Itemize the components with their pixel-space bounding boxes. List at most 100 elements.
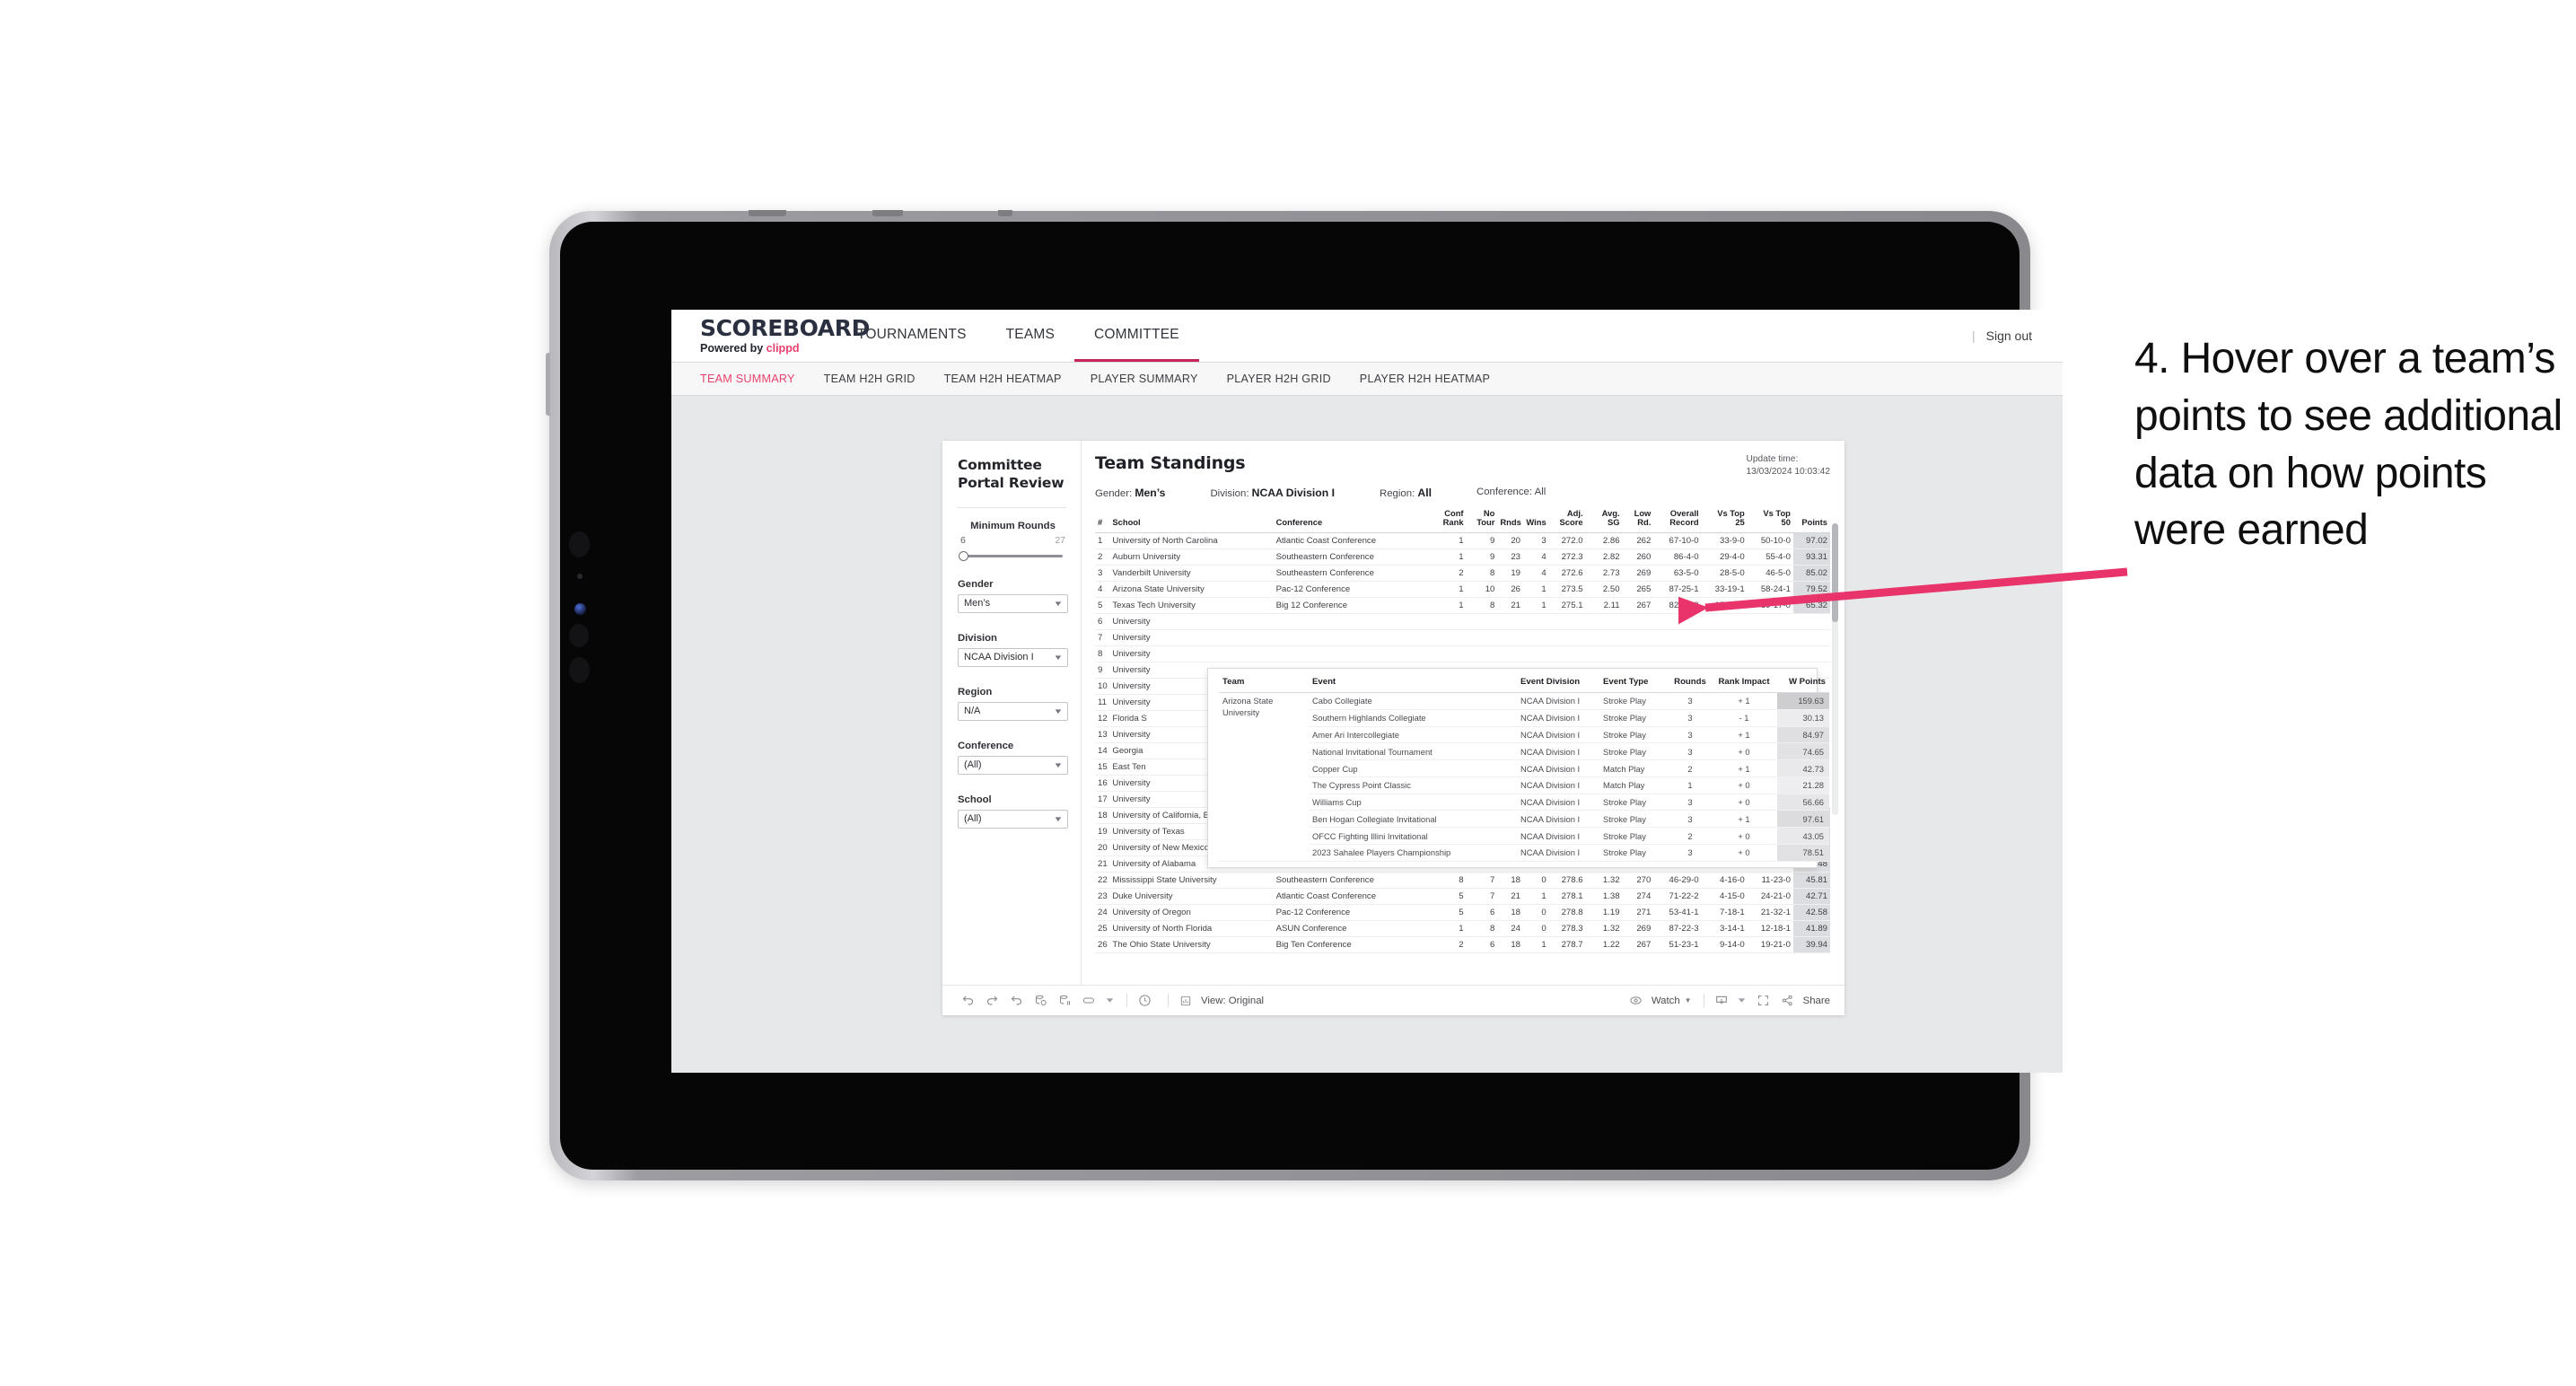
cell-vs_top_50: 19-21-0 bbox=[1747, 936, 1793, 953]
chevron-down-icon[interactable] bbox=[1737, 992, 1748, 1010]
tab-player-h2h-heatmap[interactable]: PLAYER H2H HEATMAP bbox=[1360, 373, 1490, 385]
col-no-tour[interactable]: No Tour bbox=[1466, 506, 1498, 533]
tooltip-row: The Cypress Point Classic NCAA Division I… bbox=[1219, 776, 1829, 794]
slider-handle[interactable] bbox=[959, 550, 968, 561]
nav-item-tournaments[interactable]: TOURNAMENTS bbox=[837, 310, 986, 362]
col-low-rd[interactable]: Low Rd. bbox=[1622, 506, 1654, 533]
filter-group-conference: Conference (All) ▼ bbox=[958, 741, 1068, 775]
nav-item-teams[interactable]: TEAMS bbox=[986, 310, 1074, 362]
cell-conf_rank: 1 bbox=[1434, 532, 1467, 549]
view-original-button[interactable]: View: Original bbox=[1177, 992, 1264, 1010]
cell-points[interactable]: 42.71 bbox=[1792, 888, 1830, 905]
col-points[interactable]: Points bbox=[1792, 506, 1830, 533]
signout-link[interactable]: Sign out bbox=[1986, 329, 2032, 343]
tooltip-cell-division: NCAA Division I bbox=[1517, 726, 1599, 744]
col-vs-top-25[interactable]: Vs Top 25 bbox=[1701, 506, 1748, 533]
cell-rank: 5 bbox=[1095, 597, 1110, 614]
cell-rank: 11 bbox=[1095, 694, 1110, 711]
tooltip-cell-rank-impact: - 1 bbox=[1711, 709, 1777, 727]
cell-rnds: 18 bbox=[1497, 872, 1524, 889]
cell-overall_record: 53-41-1 bbox=[1653, 904, 1702, 921]
toolbar-right-group: Watch ▼ Share bbox=[1627, 992, 1830, 1010]
refresh-data-icon[interactable] bbox=[1031, 992, 1049, 1010]
sidebar-title: Committee Portal Review bbox=[958, 457, 1065, 491]
filter-label-school: School bbox=[958, 794, 992, 805]
nav-item-committee[interactable]: COMMITTEE bbox=[1074, 310, 1199, 362]
highlight-icon[interactable] bbox=[1080, 992, 1098, 1010]
table-row[interactable]: 22 Mississippi State University Southeaste… bbox=[1095, 872, 1830, 889]
table-row[interactable]: 26 The Ohio State University Big Ten Confe… bbox=[1095, 936, 1830, 953]
tooltip-cell-event: Ben Hogan Collegiate Invitational bbox=[1309, 810, 1517, 829]
share-button[interactable]: Share bbox=[1779, 992, 1830, 1010]
download-icon[interactable] bbox=[1713, 992, 1730, 1010]
redo-icon[interactable] bbox=[983, 992, 1001, 1010]
dashboard-body: Committee Portal Review Minimum Rounds 6… bbox=[942, 441, 1844, 985]
cell-vs_top_50: 24-21-0 bbox=[1747, 888, 1793, 905]
gender-select[interactable]: Men’s ▼ bbox=[958, 593, 1068, 613]
division-select[interactable]: NCAA Division I ▼ bbox=[958, 647, 1068, 667]
cell-points[interactable]: 42.58 bbox=[1792, 904, 1830, 921]
cell-conference: Atlantic Coast Conference bbox=[1273, 888, 1435, 905]
tooltip-cell-division: NCAA Division I bbox=[1517, 776, 1599, 794]
table-row[interactable]: 23 Duke University Atlantic Coast Conferen… bbox=[1095, 888, 1830, 905]
cell-no_tour: 9 bbox=[1466, 532, 1498, 549]
fullscreen-icon[interactable] bbox=[1755, 992, 1773, 1010]
cell-rank: 1 bbox=[1095, 532, 1110, 549]
cell-points[interactable]: 41.89 bbox=[1792, 920, 1830, 937]
cell-rank: 2 bbox=[1095, 548, 1110, 566]
school-select[interactable]: (All) ▼ bbox=[958, 809, 1068, 829]
tooltip-cell-rank-impact: + 1 bbox=[1711, 726, 1777, 744]
table-row[interactable]: 24 University of Oregon Pac-12 Conference 5… bbox=[1095, 904, 1830, 921]
pause-updates-icon[interactable] bbox=[1056, 992, 1073, 1010]
col-avg-sg[interactable]: Avg. SG bbox=[1585, 506, 1623, 533]
chevron-down-icon[interactable] bbox=[1104, 992, 1115, 1010]
minimum-rounds-slider[interactable] bbox=[959, 550, 1063, 561]
cell-school: Arizona State University bbox=[1109, 581, 1274, 598]
col-school[interactable]: School bbox=[1109, 506, 1274, 533]
col-conf-rank[interactable]: Conf Rank bbox=[1434, 506, 1467, 533]
cell-rank: 23 bbox=[1095, 888, 1110, 905]
tab-team-h2h-grid[interactable]: TEAM H2H GRID bbox=[824, 373, 916, 385]
filter-sidebar: Committee Portal Review Minimum Rounds 6… bbox=[942, 441, 1082, 985]
tab-team-h2h-heatmap[interactable]: TEAM H2H HEATMAP bbox=[944, 373, 1062, 385]
col-overall-record[interactable]: Overall Record bbox=[1653, 506, 1702, 533]
cell-no_tour: 7 bbox=[1466, 872, 1498, 889]
conference-select[interactable]: (All) ▼ bbox=[958, 755, 1068, 775]
col-adj-score[interactable]: Adj. Score bbox=[1548, 506, 1586, 533]
col-rank[interactable]: # bbox=[1095, 506, 1110, 533]
filter-summary-division: Division: NCAA Division I bbox=[1210, 487, 1335, 499]
tab-player-summary[interactable]: PLAYER SUMMARY bbox=[1091, 373, 1198, 385]
cell-points[interactable]: 39.94 bbox=[1792, 936, 1830, 953]
app-viewport: SCOREBOARD Powered by clippd TOURNAMENTS… bbox=[671, 310, 2063, 1073]
cell-rank: 15 bbox=[1095, 759, 1110, 776]
brand-logo[interactable]: SCOREBOARD Powered by clippd bbox=[671, 317, 870, 355]
tooltip-col-rank-impact: Rank Impact bbox=[1711, 676, 1777, 693]
tab-player-h2h-grid[interactable]: PLAYER H2H GRID bbox=[1227, 373, 1331, 385]
main-nav-items: TOURNAMENTS TEAMS COMMITTEE bbox=[837, 310, 1199, 362]
cell-points[interactable]: 97.02 bbox=[1792, 532, 1830, 549]
tooltip-cell-rank-impact: + 0 bbox=[1711, 794, 1777, 811]
table-row[interactable]: 25 University of North Florida ASUN Confer… bbox=[1095, 920, 1830, 937]
revert-icon[interactable] bbox=[1007, 992, 1025, 1010]
cell-wins bbox=[1523, 629, 1549, 646]
tooltip-table-body: Arizona State University Cabo Collegiate N… bbox=[1219, 692, 1829, 862]
col-rnds[interactable]: Rnds bbox=[1497, 506, 1524, 533]
cell-vs_top_25: 3-14-1 bbox=[1701, 920, 1748, 937]
cell-points[interactable]: 45.81 bbox=[1792, 872, 1830, 889]
tab-team-summary[interactable]: TEAM SUMMARY bbox=[700, 373, 795, 385]
watch-button[interactable]: Watch ▼ bbox=[1627, 992, 1692, 1010]
undo-icon[interactable] bbox=[959, 992, 977, 1010]
history-icon[interactable] bbox=[1135, 992, 1153, 1010]
school-select-value: (All) bbox=[964, 813, 982, 825]
cell-rank: 16 bbox=[1095, 775, 1110, 792]
col-vs-top-50[interactable]: Vs Top 50 bbox=[1747, 506, 1793, 533]
col-wins[interactable]: Wins bbox=[1523, 506, 1549, 533]
update-time-label: Update time: bbox=[1746, 454, 1799, 464]
cell-rnds: 19 bbox=[1497, 565, 1524, 582]
tablet-side-button[interactable] bbox=[546, 353, 550, 416]
col-conference[interactable]: Conference bbox=[1273, 506, 1435, 533]
tooltip-cell-w-points: 42.73 bbox=[1777, 759, 1829, 777]
table-row[interactable]: 1 University of North Carolina Atlantic Co… bbox=[1095, 532, 1830, 549]
region-select[interactable]: N/A ▼ bbox=[958, 701, 1068, 721]
update-time-value: 13/03/2024 10:03:42 bbox=[1746, 466, 1830, 477]
